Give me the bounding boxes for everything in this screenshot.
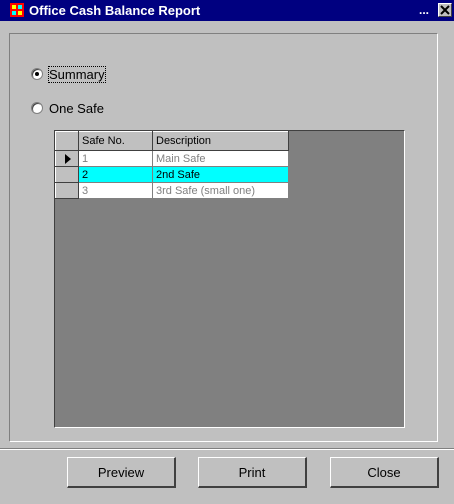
summary-radio-label[interactable]: Summary	[48, 65, 106, 83]
print-button-label: Print	[238, 464, 266, 480]
table-row[interactable]: 1 Main Safe	[55, 150, 289, 167]
column-header-description[interactable]: Description	[152, 131, 289, 151]
row-indicator[interactable]	[55, 182, 79, 199]
button-divider	[0, 448, 454, 450]
safe-no-cell[interactable]: 1	[78, 150, 153, 167]
window-title: Office Cash Balance Report	[29, 3, 201, 18]
description-cell[interactable]: Main Safe	[152, 150, 289, 167]
one-safe-radio-label[interactable]: One Safe	[49, 101, 104, 116]
row-indicator[interactable]	[55, 150, 79, 167]
print-button[interactable]: Print	[198, 457, 307, 488]
table-row[interactable]: 2 2nd Safe	[55, 166, 289, 183]
column-header-safe-no[interactable]: Safe No.	[78, 131, 153, 151]
preview-button-label: Preview	[97, 464, 145, 480]
current-row-pointer-icon	[65, 154, 71, 164]
safe-no-cell[interactable]: 3	[78, 182, 153, 199]
grid-corner-header	[55, 131, 79, 151]
title-ellipsis: ...	[419, 3, 430, 17]
one-safe-radio[interactable]: One Safe	[31, 99, 104, 117]
one-safe-radio-button[interactable]	[31, 102, 43, 114]
grid-header-row: Safe No. Description	[55, 131, 289, 151]
summary-radio[interactable]: Summary	[31, 65, 106, 83]
description-cell[interactable]: 3rd Safe (small one)	[152, 182, 289, 199]
safe-grid[interactable]: Safe No. Description 1 Main Safe 2 2nd S…	[54, 130, 405, 428]
safe-table: Safe No. Description 1 Main Safe 2 2nd S…	[55, 131, 289, 199]
description-cell[interactable]: 2nd Safe	[152, 166, 289, 183]
report-app-icon	[10, 3, 24, 17]
preview-button[interactable]: Preview	[67, 457, 176, 488]
close-button-label: Close	[367, 464, 401, 480]
row-indicator[interactable]	[55, 166, 79, 183]
title-bar[interactable]: Office Cash Balance Report ...	[0, 0, 454, 21]
close-button[interactable]: Close	[330, 457, 439, 488]
summary-radio-button[interactable]	[31, 68, 43, 80]
close-x-icon	[440, 5, 450, 15]
safe-no-cell[interactable]: 2	[78, 166, 153, 183]
table-row[interactable]: 3 3rd Safe (small one)	[55, 182, 289, 199]
close-window-button[interactable]	[438, 3, 452, 17]
